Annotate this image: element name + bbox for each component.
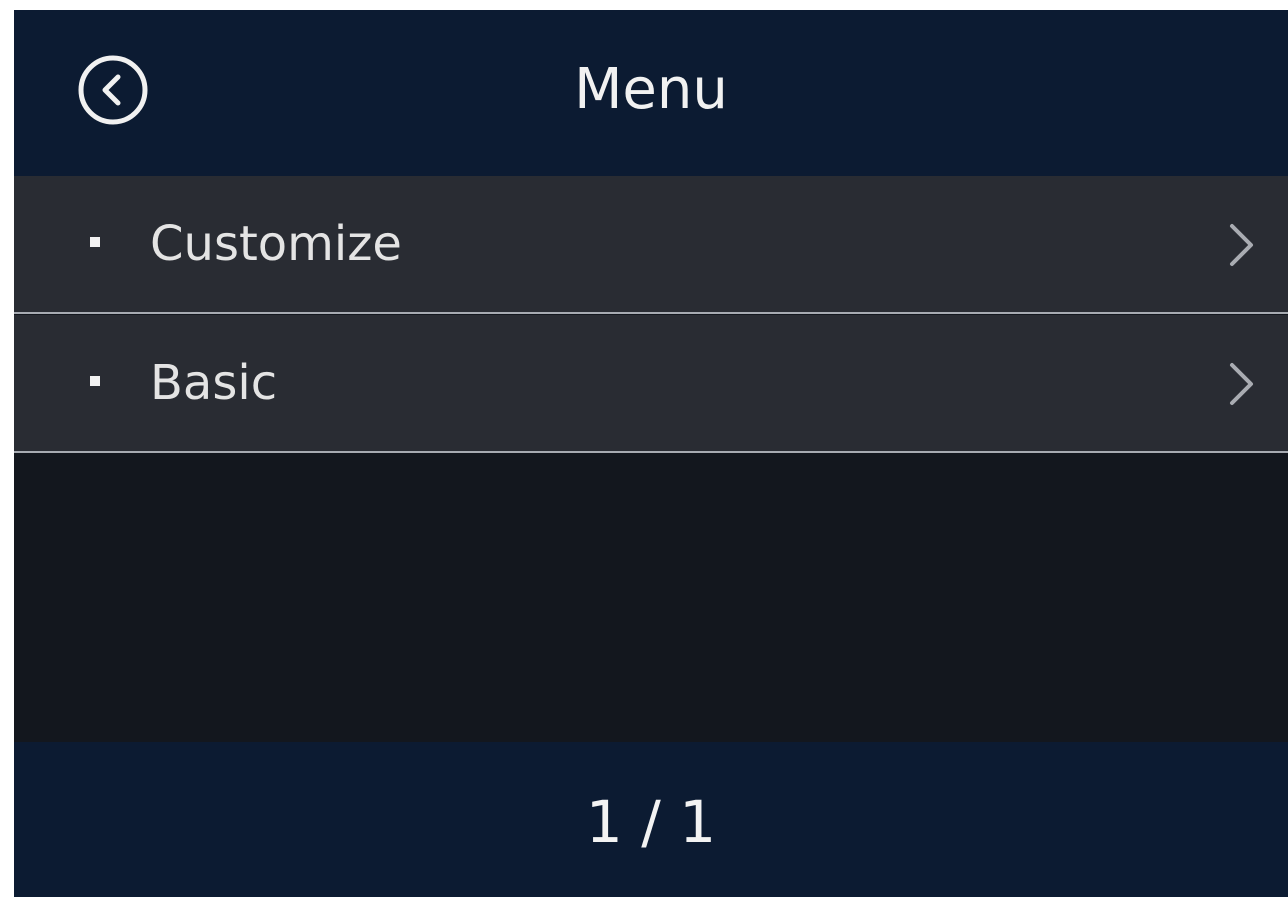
menu-item-basic[interactable]: Basic bbox=[14, 315, 1288, 453]
menu-empty-area bbox=[14, 455, 1288, 742]
header-bar: Menu bbox=[14, 10, 1288, 176]
menu-item-customize[interactable]: Customize bbox=[14, 176, 1288, 314]
footer-bar: 1 / 1 bbox=[14, 742, 1288, 897]
bullet-icon bbox=[90, 237, 100, 247]
menu-screen: Menu Customize Basic 1 / 1 bbox=[14, 10, 1288, 897]
menu-item-label: Customize bbox=[150, 216, 402, 272]
page-title: Menu bbox=[574, 57, 728, 122]
menu-item-label: Basic bbox=[150, 355, 278, 411]
chevron-right-icon bbox=[1226, 361, 1256, 407]
chevron-right-icon bbox=[1226, 222, 1256, 268]
bullet-icon bbox=[90, 376, 100, 386]
page-indicator: 1 / 1 bbox=[585, 788, 717, 856]
